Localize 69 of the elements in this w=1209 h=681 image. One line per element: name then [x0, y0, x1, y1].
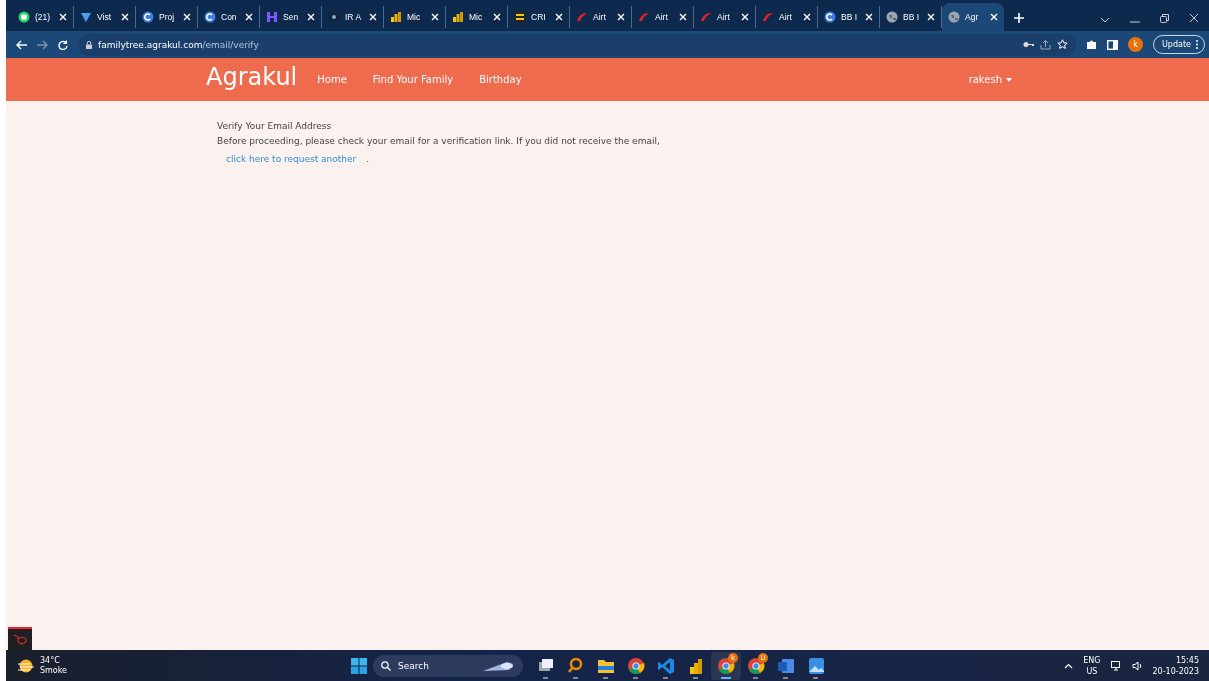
lock-icon [86, 40, 92, 49]
swoosh-icon [576, 11, 588, 23]
globe-icon [886, 11, 898, 23]
browser-tab[interactable]: Proj [136, 6, 198, 28]
swoosh-icon [638, 11, 650, 23]
h-logo-icon [266, 11, 278, 23]
side-panel-icon[interactable] [1107, 39, 1118, 50]
search-icon [381, 660, 391, 671]
globe-icon [948, 11, 960, 23]
logo-icon [13, 633, 27, 646]
taskbar-search-field[interactable]: Search [373, 654, 523, 677]
address-field[interactable]: familytree.agrakul.com/email/verify [78, 33, 1076, 56]
haze-sun-icon [18, 658, 34, 673]
language-indicator[interactable]: ENG US [1083, 654, 1101, 677]
eye-icon [328, 11, 340, 23]
debug-toolbar-tab[interactable] [8, 627, 32, 650]
triangle-icon [80, 11, 92, 23]
speaker-icon[interactable] [1131, 660, 1143, 671]
browser-tab[interactable]: Mic [384, 6, 446, 28]
bar-chart-icon [687, 656, 705, 675]
key-icon[interactable] [1023, 41, 1034, 48]
chrome-icon [747, 656, 765, 675]
browser-tab[interactable]: CRI [508, 6, 570, 28]
browser-tab[interactable]: IR A [322, 6, 384, 28]
reload-icon[interactable] [58, 39, 68, 50]
circle-logo-icon [824, 11, 836, 23]
browser-tab[interactable]: Airt [756, 6, 818, 28]
period-text: . [366, 153, 370, 166]
photos-icon [807, 656, 825, 675]
new-tab-icon[interactable] [1014, 13, 1024, 23]
weather-condition: Smoke [40, 665, 68, 676]
browser-tab[interactable]: Airt [632, 6, 694, 28]
search-icon [567, 656, 585, 675]
clock[interactable]: 15:45 20-10-2023 [1152, 654, 1199, 677]
browser-tab[interactable]: Airt [694, 6, 756, 28]
chevron-up-icon[interactable] [1064, 662, 1074, 669]
network-icon[interactable] [1110, 660, 1122, 671]
browser-tab[interactable]: Sen [260, 6, 322, 28]
forward-icon[interactable] [37, 39, 48, 50]
document-icon [777, 656, 795, 675]
chrome-icon [717, 656, 735, 675]
code-editor-icon [657, 656, 675, 675]
browser-tab[interactable]: (21) [12, 6, 74, 28]
chrome-icon [627, 656, 645, 675]
restore-icon[interactable] [1160, 14, 1169, 23]
bar-chart-icon [452, 11, 464, 23]
browser-tab[interactable]: Agr [942, 3, 1004, 31]
browser-tab[interactable]: Vist [74, 6, 136, 28]
swoosh-icon [700, 11, 712, 23]
verify-message: Before proceeding, please check your email for a verification link. If you did not receive the email, [217, 135, 661, 148]
star-icon[interactable] [1057, 39, 1068, 50]
browser-tab[interactable]: Airt [570, 6, 632, 28]
weather-widget[interactable]: 34°C Smoke [6, 655, 351, 676]
browser-tab[interactable]: Mic [446, 6, 508, 28]
chevron-down-icon[interactable] [1100, 17, 1110, 23]
temperature-text: 34°C [40, 655, 61, 666]
close-icon[interactable] [1189, 13, 1199, 23]
page-heading: Verify Your Email Address [217, 120, 333, 133]
circle-logo-icon [204, 11, 216, 23]
caret-icon[interactable] [1006, 77, 1012, 82]
circle-logo-icon [142, 11, 154, 23]
start-icon[interactable] [351, 657, 367, 674]
share-icon[interactable] [1040, 39, 1051, 50]
browser-tab[interactable]: BB I [818, 6, 880, 28]
browser-tab[interactable]: Con [198, 6, 260, 28]
square-logo-icon [514, 11, 526, 23]
bar-chart-icon [390, 11, 402, 23]
back-icon[interactable] [16, 39, 27, 50]
swoosh-icon [762, 11, 774, 23]
